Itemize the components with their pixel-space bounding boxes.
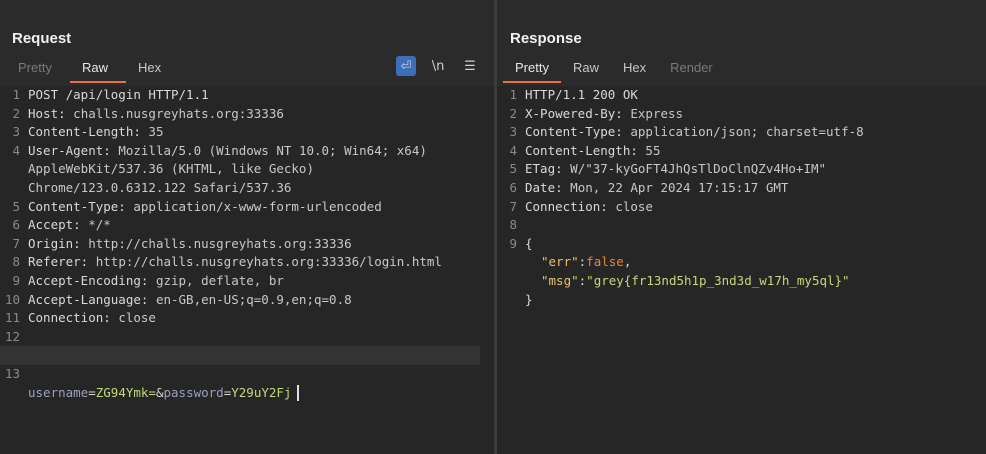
- header-name: Content-Type:: [525, 124, 623, 140]
- param-username-value: ZG94Ymk=: [95, 384, 156, 400]
- request-pane: Request Pretty Raw Hex ⏎ \n ☰ 1 POST /api…: [0, 0, 494, 454]
- request-toolbar: ⏎ \n ☰: [396, 56, 480, 76]
- param-password-key: password: [163, 384, 224, 400]
- header-name: Content-Type:: [28, 198, 126, 214]
- json-key-msg: "msg": [541, 272, 579, 288]
- param-password-value: Y29uY2Fj: [231, 384, 292, 400]
- header-value-continued: Chrome/123.0.6312.122 Safari/537.36: [28, 179, 292, 195]
- line-number: 11: [4, 310, 20, 326]
- json-key-err: "err": [541, 254, 579, 270]
- response-tabs: Pretty Raw Hex Render: [503, 56, 725, 83]
- request-title: Request: [12, 30, 72, 47]
- word-wrap-icon[interactable]: ⏎: [396, 56, 416, 76]
- param-equals: =: [88, 384, 96, 400]
- response-tab-raw[interactable]: Raw: [561, 56, 611, 81]
- line-number: 1: [12, 87, 20, 102]
- header-value: */*: [80, 217, 111, 233]
- header-name: Accept-Encoding:: [28, 272, 149, 288]
- header-name: Content-Length:: [525, 142, 638, 158]
- header-value: close: [607, 198, 653, 214]
- header-value-continued: AppleWebKit/537.36 (KHTML, like Gecko): [28, 161, 314, 177]
- header-value: http://challs.nusgreyhats.org:33336/logi…: [88, 254, 442, 270]
- header-name: User-Agent:: [28, 142, 111, 158]
- json-value-err: false: [586, 254, 624, 270]
- line-number: 5: [12, 198, 20, 214]
- header-value: close: [110, 310, 156, 326]
- line-number: 4: [509, 142, 517, 158]
- menu-icon[interactable]: ☰: [460, 56, 480, 76]
- header-value: 55: [637, 142, 661, 158]
- request-tab-pretty[interactable]: Pretty: [6, 56, 70, 81]
- header-name: Connection:: [28, 310, 111, 326]
- line-number: 2: [509, 105, 517, 121]
- line-number: 12: [4, 328, 20, 344]
- line-number: 1: [509, 87, 517, 102]
- line-number: 9: [509, 235, 517, 251]
- header-name: Date:: [525, 179, 563, 195]
- http-message-viewer: Request Pretty Raw Hex ⏎ \n ☰ 1 POST /api…: [0, 0, 986, 454]
- response-tab-render[interactable]: Render: [658, 56, 725, 81]
- response-title: Response: [510, 30, 582, 47]
- header-value: Mon, 22 Apr 2024 17:15:17 GMT: [562, 179, 789, 195]
- line-number: 6: [509, 179, 517, 195]
- line-number: 6: [12, 217, 20, 233]
- line-number: 7: [12, 235, 20, 251]
- header-name: Accept-Language:: [28, 291, 149, 307]
- header-value: 35: [140, 124, 164, 140]
- param-username-key: username: [28, 384, 89, 400]
- response-tab-pretty[interactable]: Pretty: [503, 56, 561, 83]
- line-number: 8: [509, 217, 517, 233]
- status-line: HTTP/1.1 200 OK: [525, 87, 638, 102]
- request-tab-raw[interactable]: Raw: [69, 56, 126, 83]
- header-name: Host:: [28, 105, 66, 121]
- line-number: 9: [12, 272, 20, 288]
- header-value: http://challs.nusgreyhats.org:33336: [80, 235, 352, 251]
- line-number: 5: [509, 161, 517, 177]
- param-ampersand: &: [155, 384, 164, 400]
- text-cursor: [297, 385, 300, 401]
- request-line: POST /api/login HTTP/1.1: [28, 87, 209, 102]
- response-pane: Response Pretty Raw Hex Render 1 HTTP/1.1…: [497, 0, 986, 454]
- header-name: Referer:: [28, 254, 89, 270]
- line-number: 10: [4, 291, 20, 307]
- header-name: Accept:: [28, 217, 81, 233]
- json-open-brace: {: [525, 235, 533, 251]
- header-name: ETag:: [525, 161, 563, 177]
- request-tabs: Pretty Raw Hex: [6, 56, 179, 83]
- json-close-brace: }: [525, 291, 533, 307]
- header-name: Origin:: [28, 235, 81, 251]
- show-newlines-icon[interactable]: \n: [428, 56, 448, 76]
- header-value: gzip, deflate, br: [148, 272, 284, 288]
- request-editor[interactable]: 1 POST /api/login HTTP/1.1 2 Host: challs.…: [0, 86, 494, 454]
- header-value: Mozilla/5.0 (Windows NT 10.0; Win64; x64…: [110, 142, 427, 158]
- header-value: W/"37-kyGoFT4JhQsTlDoClnQZv4Ho+IM": [562, 161, 827, 177]
- header-name: Content-Length:: [28, 124, 141, 140]
- request-tab-hex[interactable]: Hex: [126, 56, 179, 81]
- line-number: 3: [12, 124, 20, 140]
- line-number: 2: [12, 105, 20, 121]
- response-editor[interactable]: 1 HTTP/1.1 200 OK 2 X-Powered-By: Express …: [497, 86, 986, 454]
- line-number: 7: [509, 198, 517, 214]
- response-tab-hex[interactable]: Hex: [611, 56, 658, 81]
- header-name: Connection:: [525, 198, 608, 214]
- header-value: application/json; charset=utf-8: [622, 124, 864, 140]
- line-number: 4: [12, 142, 20, 158]
- header-value: application/x-www-form-urlencoded: [125, 198, 382, 214]
- line-number: 3: [509, 124, 517, 140]
- header-name: X-Powered-By:: [525, 105, 623, 121]
- json-value-msg: "grey{fr13nd5h1p_3nd3d_w17h_my5ql}": [586, 272, 850, 288]
- request-body-line[interactable]: 13 username=ZG94Ymk=&password=Y29uY2Fj: [0, 346, 480, 401]
- header-value: Express: [622, 105, 684, 121]
- line-number: 13: [4, 365, 20, 381]
- json-comma: ,: [623, 254, 632, 270]
- line-number: 8: [12, 254, 20, 270]
- header-value: challs.nusgreyhats.org:33336: [65, 105, 284, 121]
- header-value: en-GB,en-US;q=0.9,en;q=0.8: [148, 291, 352, 307]
